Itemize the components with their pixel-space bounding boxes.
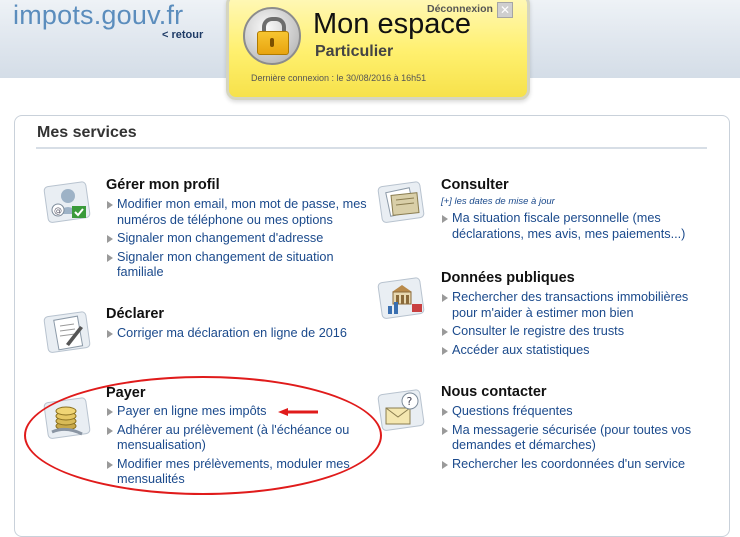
consulter-links: Ma situation fiscale personnelle (mes dé… (441, 211, 711, 245)
link-situation-familiale[interactable]: Signaler mon changement de situation fam… (117, 250, 334, 280)
impots-logo[interactable]: impots.gouv.fr (13, 0, 183, 31)
arrow-icon (278, 408, 318, 416)
link-statistiques[interactable]: Accéder aux statistiques (452, 343, 590, 357)
list-item[interactable]: Rechercher des transactions immobilières… (441, 290, 711, 321)
list-item[interactable]: Questions fréquentes (441, 404, 711, 420)
list-item[interactable]: Modifier mon email, mon mot de passe, me… (106, 197, 376, 228)
consulter-title[interactable]: Consulter (441, 177, 509, 193)
link-coordonnees-service[interactable]: Rechercher les coordonnées d'un service (452, 457, 685, 471)
link-modifier-email[interactable]: Modifier mon email, mon mot de passe, me… (117, 197, 367, 227)
link-transactions-immobilieres[interactable]: Rechercher des transactions immobilières… (452, 290, 688, 320)
panel-title: Mes services (37, 124, 137, 141)
folder-icon (377, 181, 425, 223)
panel-divider (36, 147, 707, 149)
declarer-links: Corriger ma déclaration en ligne de 2016 (106, 326, 376, 345)
list-item[interactable]: Corriger ma déclaration en ligne de 2016 (106, 326, 376, 342)
list-item[interactable]: Accéder aux statistiques (441, 343, 711, 359)
retour-link[interactable]: < retour (162, 29, 203, 41)
list-item[interactable]: Ma messagerie sécurisée (pour toutes vos… (441, 423, 711, 454)
svg-text:?: ? (407, 395, 413, 408)
close-icon[interactable]: ✕ (497, 2, 513, 18)
link-messagerie-securisee[interactable]: Ma messagerie sécurisée (pour toutes vos… (452, 423, 691, 453)
link-changement-adresse[interactable]: Signaler mon changement d'adresse (117, 231, 323, 245)
highlight-oval (24, 376, 382, 495)
public-data-icon (377, 277, 425, 319)
declaration-icon (43, 311, 91, 353)
donnees-links: Rechercher des transactions immobilières… (441, 290, 711, 361)
dates-mise-a-jour-link[interactable]: [+] les dates de mise à jour (441, 196, 555, 207)
list-item[interactable]: Ma situation fiscale personnelle (mes dé… (441, 211, 711, 242)
declarer-title[interactable]: Déclarer (106, 306, 164, 322)
last-connection: Dernière connexion : le 30/08/2016 à 16h… (251, 73, 427, 83)
espace-subtitle: Particulier (315, 43, 394, 60)
list-item[interactable]: Signaler mon changement de situation fam… (106, 250, 376, 281)
contact-links: Questions fréquentes Ma messagerie sécur… (441, 404, 711, 475)
link-registre-trusts[interactable]: Consulter le registre des trusts (452, 324, 624, 338)
lock-icon (243, 7, 301, 65)
deconnexion-link[interactable]: Déconnexion (427, 3, 493, 15)
profil-title[interactable]: Gérer mon profil (106, 177, 220, 193)
svg-text:@: @ (54, 206, 62, 215)
profile-icon: @ (43, 181, 91, 223)
list-item[interactable]: Consulter le registre des trusts (441, 324, 711, 340)
list-item[interactable]: Rechercher les coordonnées d'un service (441, 457, 711, 473)
mon-espace-panel: Mon espace Particulier Déconnexion ✕ Der… (226, 0, 530, 100)
donnees-title[interactable]: Données publiques (441, 270, 575, 286)
profil-links: Modifier mon email, mon mot de passe, me… (106, 197, 376, 284)
contact-title[interactable]: Nous contacter (441, 384, 547, 400)
link-corriger-declaration[interactable]: Corriger ma déclaration en ligne de 2016 (117, 326, 347, 340)
link-questions-frequentes[interactable]: Questions fréquentes (452, 404, 573, 418)
list-item[interactable]: Signaler mon changement d'adresse (106, 231, 376, 247)
contact-mail-icon: ? (377, 389, 425, 431)
link-situation-fiscale[interactable]: Ma situation fiscale personnelle (mes dé… (452, 211, 685, 241)
